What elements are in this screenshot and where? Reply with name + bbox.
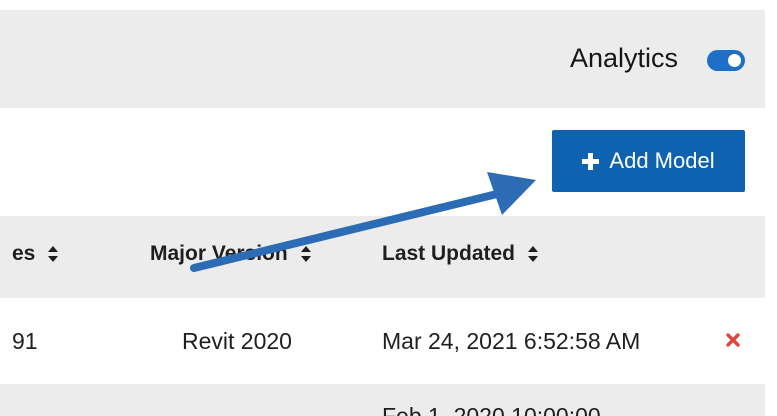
sort-icon	[48, 246, 59, 262]
add-model-button[interactable]: Add Model	[552, 130, 745, 192]
sort-icon	[528, 246, 539, 262]
table-cell-last-updated: Mar 24, 2021 6:52:58 AM	[382, 328, 641, 354]
toggle-knob	[728, 54, 741, 67]
close-icon[interactable]	[726, 333, 740, 347]
add-model-label: Add Model	[609, 148, 715, 173]
analytics-toggle[interactable]	[707, 50, 745, 71]
page: Analytics Add Model es Major Version Las…	[0, 0, 777, 416]
column-header-partial[interactable]: es	[12, 242, 59, 266]
column-header-label: Last Updated	[382, 242, 516, 265]
table-cell: 91	[12, 328, 38, 354]
column-header-label: es	[12, 242, 36, 265]
plus-icon	[582, 152, 600, 170]
sort-icon	[300, 246, 311, 262]
column-header-major-version[interactable]: Major Version	[150, 242, 312, 266]
table-cell-major-version: Revit 2020	[182, 328, 292, 354]
column-header-label: Major Version	[150, 242, 288, 265]
column-header-last-updated[interactable]: Last Updated	[382, 242, 539, 266]
table-cell-last-updated: Feb 1, 2020 10:00:00	[382, 403, 601, 416]
analytics-label: Analytics	[570, 43, 679, 73]
